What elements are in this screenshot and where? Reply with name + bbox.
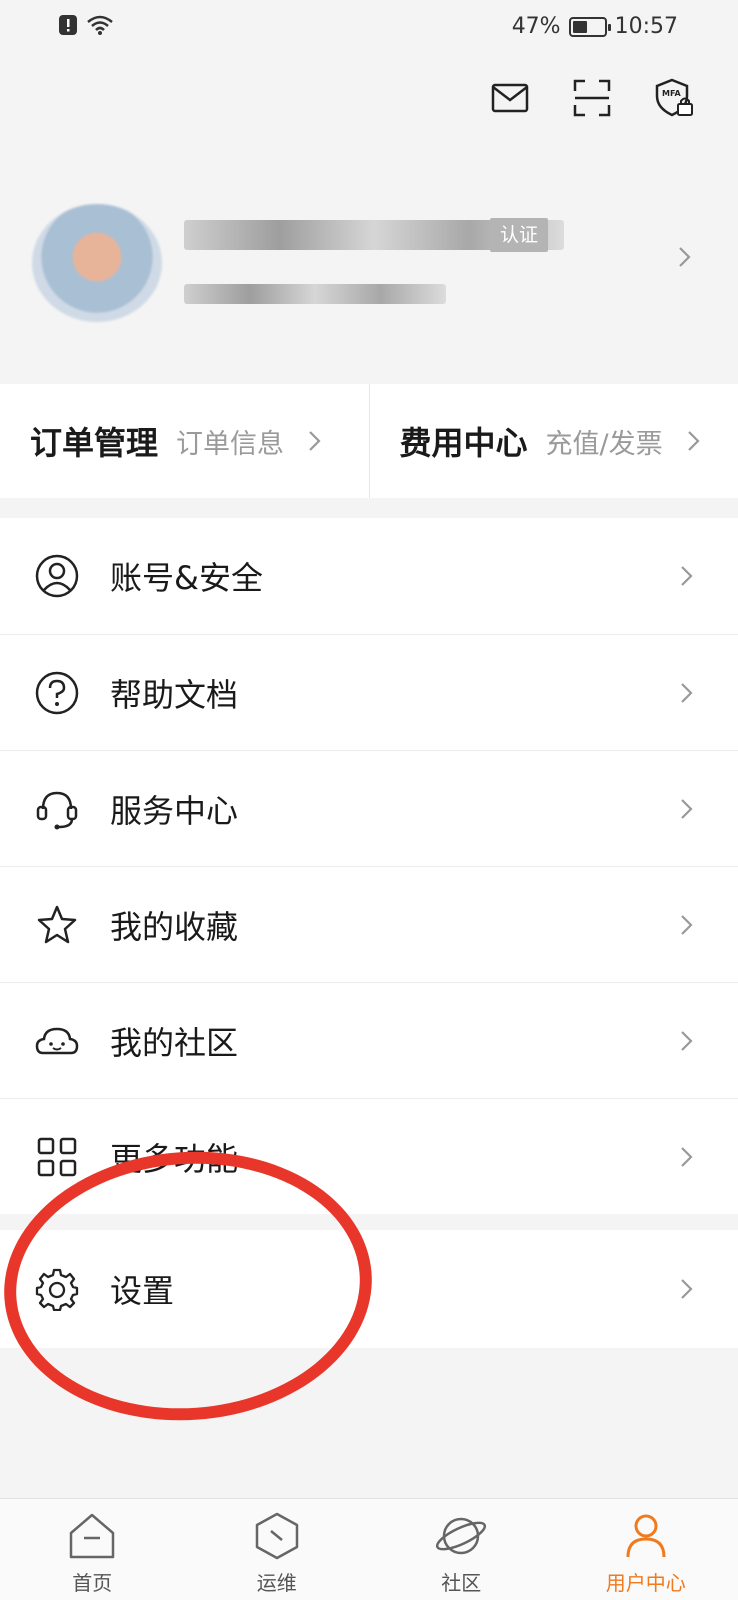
menu-label: 服务中心	[110, 791, 239, 830]
tab-ops[interactable]: 运维	[185, 1499, 370, 1600]
chevron-right-icon	[681, 798, 693, 819]
order-info-subtitle: 订单信息	[176, 428, 285, 460]
chevron-right-icon	[687, 431, 700, 451]
menu-label: 更多功能	[110, 1139, 239, 1178]
order-management-entry[interactable]: 订单管理 订单信息	[0, 384, 369, 498]
status-bar: 47% 10:57	[0, 0, 738, 56]
chevron-right-icon	[681, 1146, 693, 1167]
menu-list: 账号&安全 帮助文档 服务中心 我的收藏 我的社区 更多功能	[0, 518, 738, 1214]
menu-item-service-center[interactable]: 服务中心	[0, 750, 738, 866]
user-icon	[619, 1509, 673, 1563]
billing-center-entry[interactable]: 费用中心 充值/发票	[368, 384, 738, 498]
menu-label: 设置	[110, 1272, 175, 1310]
tab-community[interactable]: 社区	[369, 1499, 554, 1600]
avatar[interactable]	[32, 204, 162, 322]
tab-user-center[interactable]: 用户中心	[554, 1499, 738, 1600]
menu-item-settings[interactable]: 设置	[0, 1230, 738, 1348]
tab-label: 首页	[72, 1571, 113, 1595]
account-id-blurred	[184, 284, 446, 304]
menu-item-my-community[interactable]: 我的社区	[0, 982, 738, 1098]
battery-icon	[568, 16, 611, 37]
grid-icon	[34, 1134, 80, 1180]
tab-label: 运维	[256, 1571, 297, 1595]
status-right: 47% 10:57	[512, 14, 678, 39]
tab-label: 社区	[441, 1571, 482, 1595]
billing-center-title: 费用中心	[399, 424, 528, 462]
home-icon	[65, 1509, 119, 1563]
bottom-tab-bar: 首页 运维 社区 用户中心	[0, 1498, 738, 1600]
chevron-right-icon	[679, 247, 691, 267]
clock: 10:57	[614, 14, 678, 39]
alert-icon	[59, 15, 77, 35]
chevron-right-icon	[309, 431, 321, 451]
verify-badge: 认证	[490, 218, 549, 252]
chevron-right-icon	[681, 914, 693, 935]
order-management-title: 订单管理	[30, 424, 159, 462]
tab-label: 用户中心	[605, 1571, 686, 1595]
status-left	[58, 14, 114, 36]
battery-percent: 47%	[511, 14, 561, 39]
chevron-right-icon	[681, 1030, 693, 1051]
wifi-icon	[87, 15, 113, 35]
star-icon	[34, 902, 80, 948]
headset-icon	[34, 786, 80, 832]
menu-item-favorites[interactable]: 我的收藏	[0, 866, 738, 982]
menu-item-help-docs[interactable]: 帮助文档	[0, 634, 738, 750]
mail-icon[interactable]	[490, 78, 530, 118]
gear-icon	[34, 1266, 80, 1312]
mfa-lock-icon[interactable]: MFA	[654, 78, 694, 118]
scan-icon[interactable]	[572, 78, 612, 118]
user-circle-icon	[34, 553, 80, 599]
tab-home[interactable]: 首页	[0, 1499, 185, 1600]
svg-text:MFA: MFA	[662, 89, 682, 98]
menu-label: 我的社区	[110, 1023, 239, 1062]
top-actions: MFA	[490, 78, 694, 118]
planet-icon	[434, 1509, 488, 1563]
menu-label: 账号&安全	[110, 559, 263, 597]
cloud-face-icon	[34, 1018, 80, 1064]
menu-item-more-features[interactable]: 更多功能	[0, 1098, 738, 1214]
question-circle-icon	[34, 670, 80, 716]
profile-card[interactable]: 认证	[0, 190, 738, 330]
quick-entries: 订单管理 订单信息 费用中心 充值/发票	[0, 384, 738, 498]
settings-group: 设置	[0, 1230, 738, 1348]
chevron-right-icon	[681, 682, 693, 703]
recharge-invoice-subtitle: 充值/发票	[545, 428, 663, 460]
hexagon-icon	[250, 1509, 304, 1563]
menu-label: 帮助文档	[110, 675, 239, 714]
menu-label: 我的收藏	[110, 907, 239, 946]
chevron-right-icon	[681, 1279, 693, 1299]
chevron-right-icon	[681, 566, 693, 586]
menu-item-account-security[interactable]: 账号&安全	[0, 518, 738, 634]
